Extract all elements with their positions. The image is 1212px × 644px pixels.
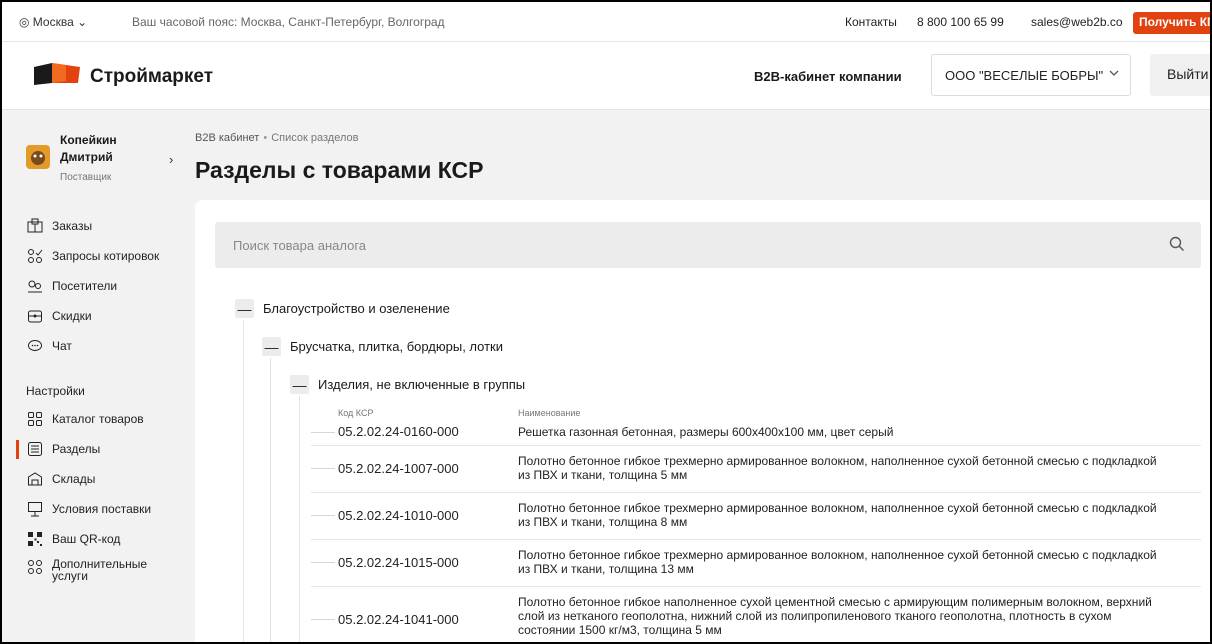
sidebar-item-services[interactable]: Дополнительные услуги: [26, 558, 147, 590]
collapse-toggle[interactable]: —: [235, 299, 254, 318]
quotes-icon: [26, 247, 44, 265]
breadcrumb: B2B кабинет • Список разделов: [195, 132, 359, 144]
user-last-name: Копейкин: [60, 133, 117, 147]
sidebar-item-label: Условия поставки: [52, 502, 152, 516]
user-role: Поставщик: [60, 172, 112, 183]
row-code: 05.2.02.24-1041-000: [338, 612, 459, 627]
sidebar-item-warehouses[interactable]: Склады: [26, 468, 95, 490]
catalog-icon: [26, 410, 44, 428]
sidebar-item-orders[interactable]: Заказы: [26, 215, 92, 237]
sidebar-item-label: Скидки: [52, 309, 92, 323]
table-row[interactable]: 05.2.02.24-1041-000 Полотно бетонное гиб…: [311, 587, 1201, 642]
chat-icon: [26, 337, 44, 355]
b2b-label: B2B-кабинет компании: [754, 69, 902, 84]
row-code: 05.2.02.24-1007-000: [338, 461, 459, 476]
row-code: 05.2.02.24-1010-000: [338, 508, 459, 523]
services-icon: [26, 558, 44, 576]
table-row[interactable]: 05.2.02.24-1007-000 Полотно бетонное гиб…: [311, 446, 1201, 493]
tree-guide: [270, 358, 271, 642]
discount-icon: [26, 307, 44, 325]
chevron-right-icon: ›: [169, 152, 174, 167]
company-name: ООО "ВЕСЕЛЫЕ БОБРЫ": [945, 68, 1104, 83]
sidebar-item-label: Заказы: [52, 219, 93, 233]
column-header-code: Код КСР: [338, 408, 374, 418]
sidebar-item-label: Посетители: [52, 279, 118, 293]
tree-node-label: Брусчатка, плитка, бордюры, лотки: [290, 339, 504, 354]
contacts-link[interactable]: Контакты: [845, 15, 897, 29]
settings-heading: Настройки: [26, 384, 85, 398]
visitors-icon: [26, 277, 44, 295]
sidebar-item-label: Каталог товаров: [52, 412, 144, 426]
row-code: 05.2.02.24-0160-000: [338, 424, 459, 439]
tree-node-level2[interactable]: — Брусчатка, плитка, бордюры, лотки: [262, 337, 503, 356]
row-name: Полотно бетонное гибкое наполненное сухо…: [518, 595, 1152, 637]
user-first-name: Дмитрий: [60, 150, 113, 164]
tree-node-level1[interactable]: — Благоустройство и озеленение: [235, 299, 450, 318]
sidebar-item-sections[interactable]: Разделы: [26, 438, 100, 460]
breadcrumb-current: Список разделов: [271, 132, 359, 144]
row-name: Решетка газонная бетонная, размеры 600x4…: [518, 425, 894, 439]
page-title: Разделы с товарами КСР: [195, 157, 484, 183]
tree-node-label: Изделия, не включенные в группы: [318, 377, 526, 392]
sidebar-item-label: Дополнительные услуги: [52, 557, 147, 583]
logout-button[interactable]: Выйти: [1150, 54, 1210, 96]
sidebar-item-delivery[interactable]: Условия поставки: [26, 498, 151, 520]
delivery-icon: [26, 500, 44, 518]
search-icon[interactable]: [1169, 236, 1185, 252]
row-code: 05.2.02.24-1015-000: [338, 555, 459, 570]
tree-connector: [311, 468, 335, 469]
breadcrumb-root[interactable]: B2B кабинет: [195, 132, 259, 144]
tree-guide: [243, 320, 244, 642]
search-bar[interactable]: [215, 222, 1201, 268]
company-select[interactable]: ООО "ВЕСЕЛЫЕ БОБРЫ": [931, 54, 1131, 96]
row-name: Полотно бетонное гибкое трехмерно армиро…: [518, 454, 1157, 482]
avatar: [26, 145, 50, 169]
chevron-down-icon: [1109, 70, 1119, 76]
sidebar-item-catalog[interactable]: Каталог товаров: [26, 408, 144, 430]
tree-connector: [311, 619, 335, 620]
phone-link[interactable]: 8 800 100 65 99: [917, 15, 1004, 29]
tree-connector: [311, 432, 335, 433]
qr-icon: [26, 530, 44, 548]
tree-guide: [299, 396, 300, 642]
search-input[interactable]: [215, 222, 1155, 268]
header: Строймаркет B2B-кабинет компании ООО "ВЕ…: [2, 42, 1210, 110]
sections-icon: [26, 440, 44, 458]
table-row[interactable]: 05.2.02.24-1015-000 Полотно бетонное гиб…: [311, 540, 1201, 587]
tree-connector: [311, 515, 335, 516]
table-row[interactable]: 05.2.02.24-0160-000 Решетка газонная бет…: [311, 418, 1201, 446]
sidebar-item-label: Склады: [52, 472, 96, 486]
sidebar-item-label: Ваш QR-код: [52, 532, 121, 546]
sidebar-item-label: Разделы: [52, 442, 101, 456]
email-link[interactable]: sales@web2b.co: [1031, 15, 1123, 29]
table-row[interactable]: 05.2.02.24-1010-000 Полотно бетонное гиб…: [311, 493, 1201, 540]
user-profile[interactable]: Копейкин Дмитрий Поставщик ›: [26, 131, 186, 191]
logo-text[interactable]: Строймаркет: [90, 66, 213, 88]
tree-connector: [311, 562, 335, 563]
collapse-toggle[interactable]: —: [262, 337, 281, 356]
sidebar-item-quotes[interactable]: Запросы котировок: [26, 245, 159, 267]
column-header-name: Наименование: [518, 408, 581, 418]
logo-icon[interactable]: [32, 61, 84, 87]
app-window: ◎ Москва ⌄ Ваш часовой пояс: Москва, Сан…: [0, 0, 1212, 644]
sidebar-item-visitors[interactable]: Посетители: [26, 275, 117, 297]
get-kp-button[interactable]: Получить КП: [1133, 12, 1210, 34]
sidebar-item-label: Запросы котировок: [52, 249, 160, 263]
sidebar-item-qr[interactable]: Ваш QR-код: [26, 528, 120, 550]
sidebar-item-chat[interactable]: Чат: [26, 335, 72, 357]
top-strip: ◎ Москва ⌄ Ваш часовой пояс: Москва, Сан…: [2, 2, 1210, 42]
timezone-text: Ваш часовой пояс: Москва, Санкт-Петербур…: [132, 15, 445, 29]
tree-node-level3[interactable]: — Изделия, не включенные в группы: [290, 375, 525, 394]
city-selector[interactable]: ◎ Москва ⌄: [19, 15, 87, 29]
orders-icon: [26, 217, 44, 235]
sidebar-item-discounts[interactable]: Скидки: [26, 305, 92, 327]
collapse-toggle[interactable]: —: [290, 375, 309, 394]
active-indicator: [16, 440, 19, 459]
warehouse-icon: [26, 470, 44, 488]
tree-node-label: Благоустройство и озеленение: [263, 301, 450, 316]
sidebar-item-label: Чат: [52, 339, 72, 353]
row-name: Полотно бетонное гибкое трехмерно армиро…: [518, 548, 1157, 576]
row-name: Полотно бетонное гибкое трехмерно армиро…: [518, 501, 1157, 529]
